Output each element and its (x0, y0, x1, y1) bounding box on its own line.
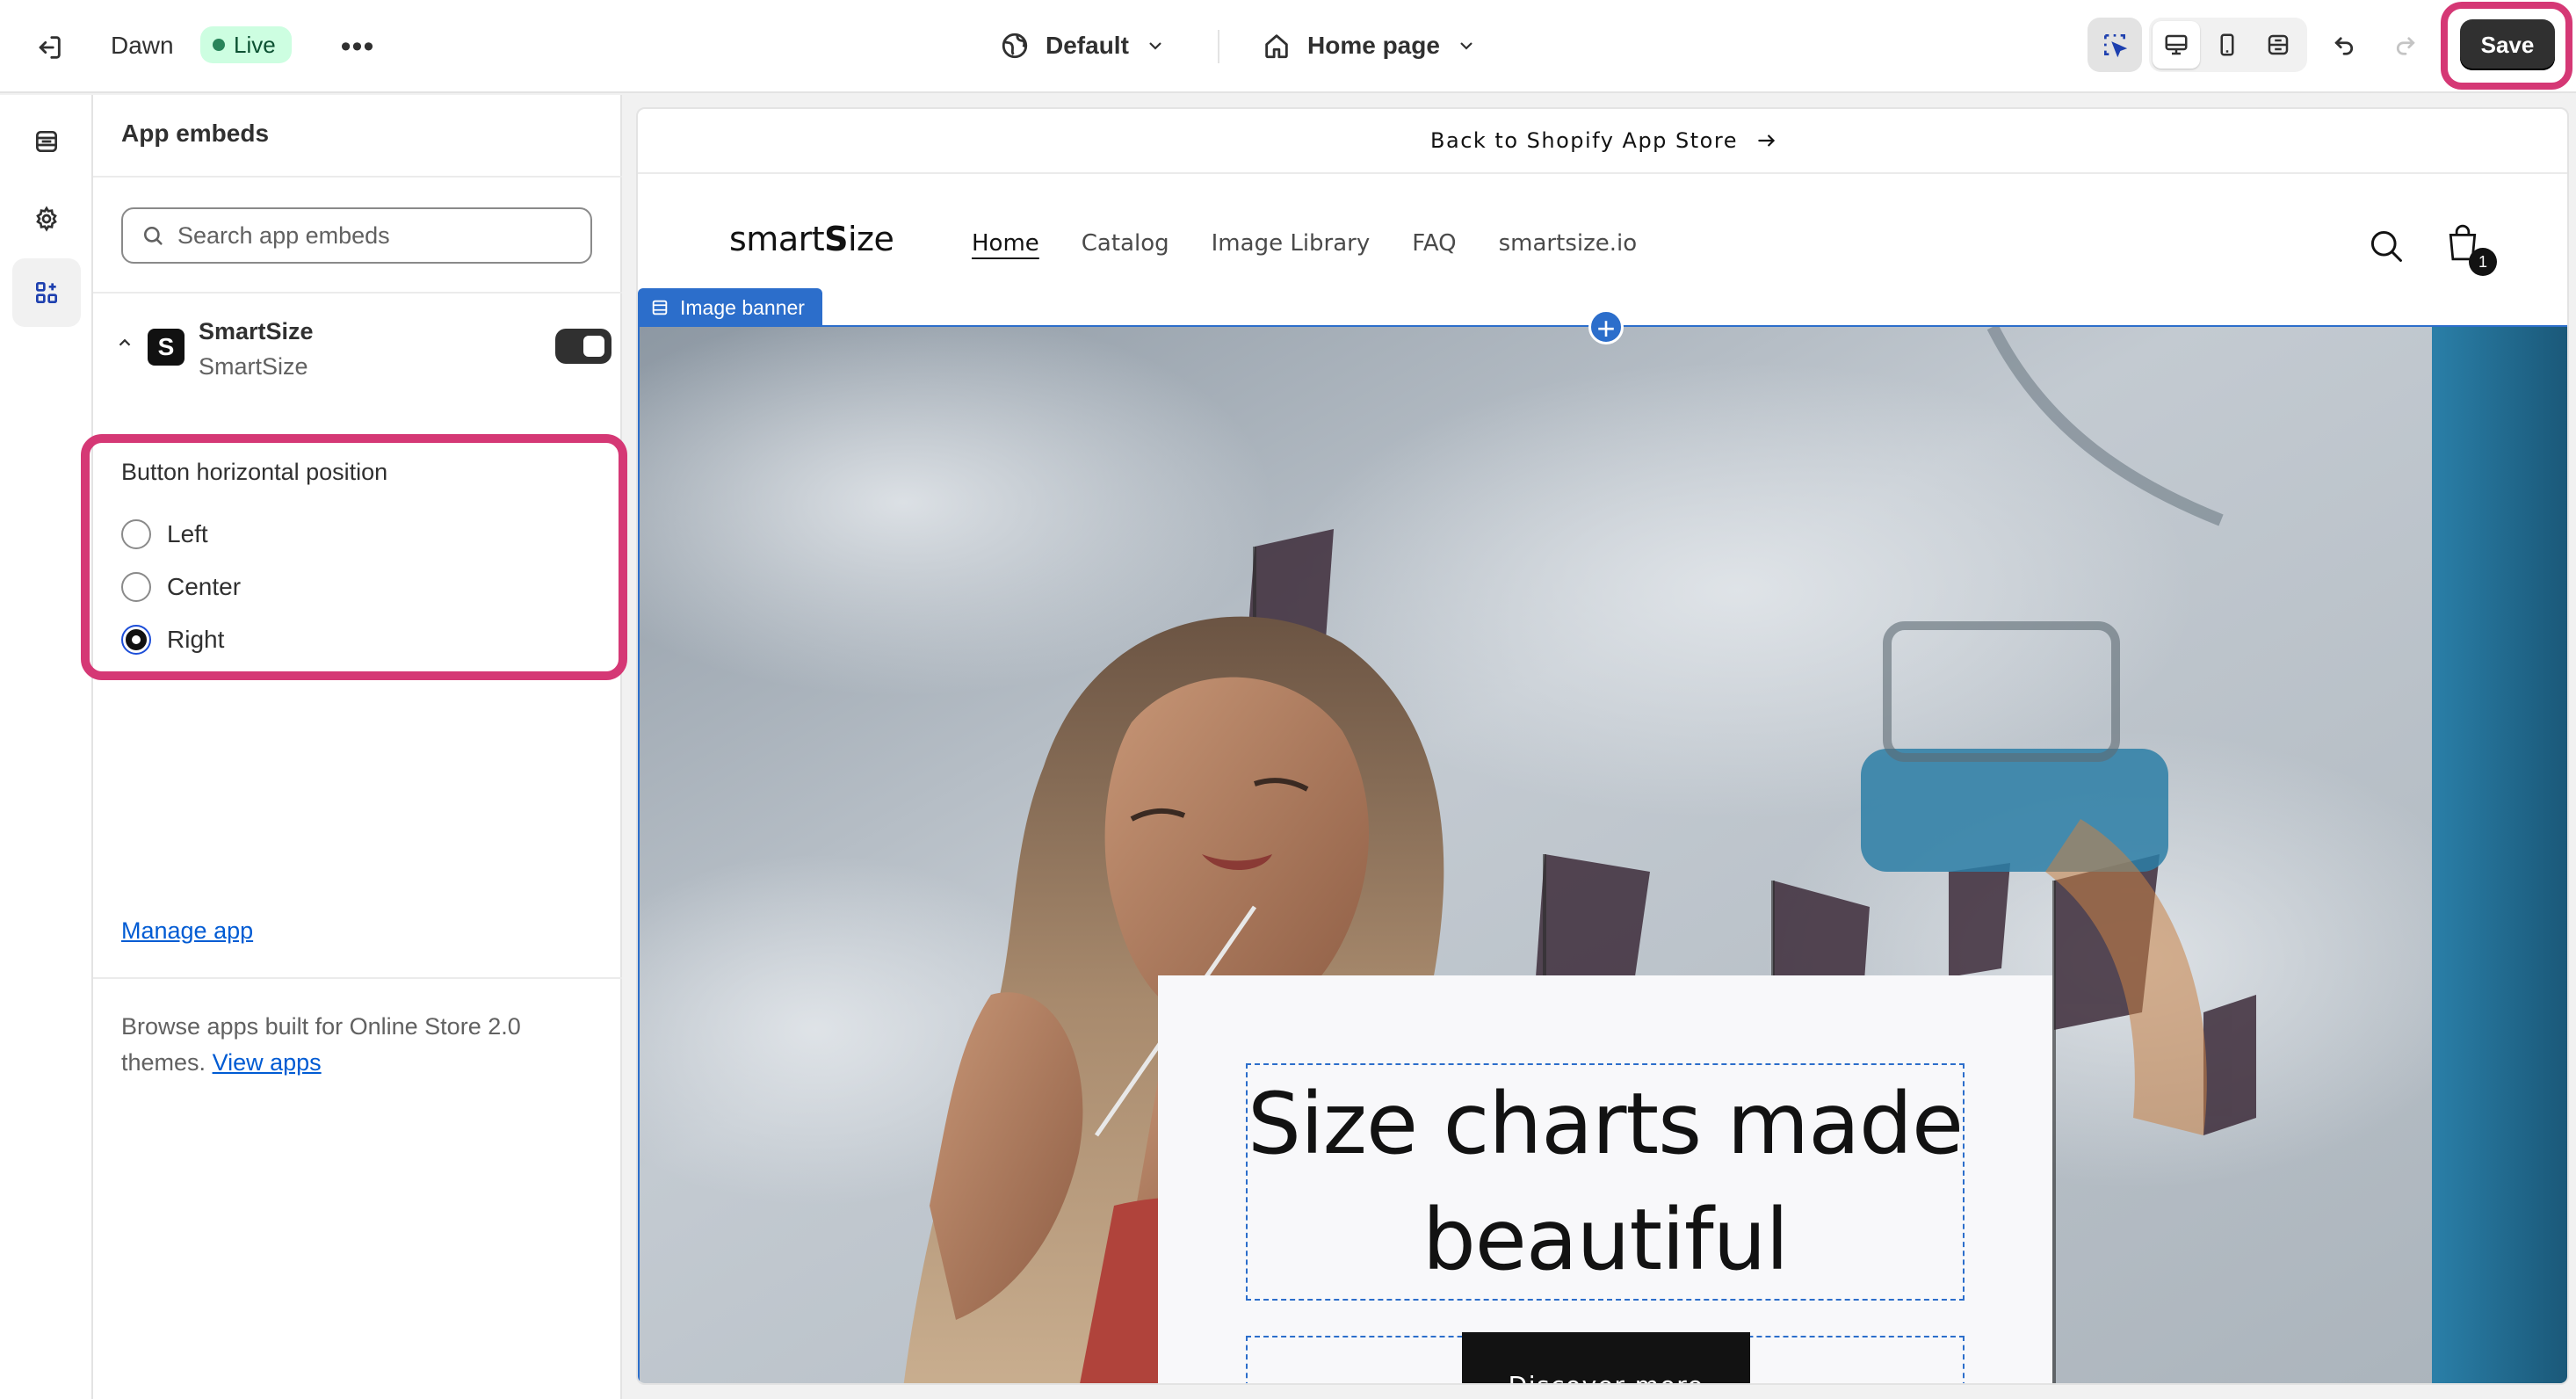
exit-button[interactable] (26, 25, 72, 70)
sections-icon (36, 131, 57, 152)
fullscreen-icon (2268, 34, 2289, 55)
manage-app-link[interactable]: Manage app (121, 917, 253, 945)
browse-apps-text: Browse apps built for Online Store 2.0 t… (121, 1009, 596, 1081)
setting-highlight-frame (81, 434, 627, 680)
desktop-view-button[interactable] (2153, 21, 2200, 69)
announcement-text: Back to Shopify App Store (1430, 128, 1738, 153)
chevron-up-icon (119, 338, 131, 346)
app-embed-toggle[interactable] (555, 329, 611, 364)
section-tag-image-banner[interactable]: Image banner (638, 288, 822, 327)
search-app-embeds-input[interactable] (177, 221, 564, 250)
banner-content-card: Size charts made beautiful Discover more (1158, 975, 2052, 1383)
store-nav: Home Catalog Image Library FAQ smartsize… (972, 230, 1637, 257)
search-icon (2370, 230, 2402, 262)
app-name: SmartSize (199, 318, 314, 344)
theme-preset-selector[interactable]: Default (1000, 21, 1166, 70)
save-button[interactable]: Save (2460, 19, 2555, 70)
more-actions-button[interactable]: ••• (334, 23, 381, 70)
panel-divider (93, 292, 622, 294)
store-search-button[interactable] (2367, 227, 2406, 270)
banner-heading: Size charts made beautiful (1248, 1075, 1964, 1289)
page-selector[interactable]: Home page (1262, 21, 1477, 70)
section-tag-label: Image banner (680, 295, 805, 319)
sections-icon (652, 300, 668, 315)
topbar-divider (1218, 30, 1219, 63)
storefront-preview: Back to Shopify App Store smartSize Home… (636, 107, 2569, 1385)
undo-icon (2334, 37, 2354, 55)
image-banner-section[interactable]: Size charts made beautiful Discover more (638, 325, 2567, 1383)
live-label: Live (234, 31, 276, 58)
store-logo[interactable]: smartSize (729, 220, 894, 258)
app-embeds-nav-button[interactable] (12, 258, 81, 327)
theme-preset-label: Default (1046, 32, 1129, 59)
cart-count-badge: 1 (2469, 248, 2497, 276)
nav-item-smartsize-io[interactable]: smartsize.io (1499, 230, 1638, 257)
live-status-badge: Live (200, 26, 292, 63)
nav-item-image-library[interactable]: Image Library (1212, 230, 1371, 257)
app-subtitle: SmartSize (199, 353, 308, 380)
search-app-embeds-field[interactable] (121, 207, 592, 264)
inspector-toggle-button[interactable] (2088, 18, 2142, 72)
exit-icon (39, 36, 61, 59)
fullscreen-view-button[interactable] (2254, 21, 2302, 69)
banner-button-block[interactable]: Discover more (1246, 1332, 1965, 1383)
add-section-button[interactable]: + (1588, 309, 1624, 345)
sections-nav-button[interactable] (12, 107, 81, 176)
mobile-icon (2220, 33, 2234, 56)
theme-name: Dawn (111, 32, 174, 59)
chevron-down-icon (1149, 42, 1161, 50)
editor-left-rail (0, 95, 93, 1399)
announcement-bar[interactable]: Back to Shopify App Store (638, 109, 2567, 174)
store-cart-button[interactable]: 1 (2444, 221, 2497, 276)
toggle-knob (583, 336, 604, 357)
inspector-icon (2104, 34, 2128, 58)
store-header: smartSize Home Catalog Image Library FAQ… (638, 176, 2567, 325)
viewport-switcher (2149, 18, 2307, 72)
mobile-view-button[interactable] (2203, 21, 2251, 69)
collapse-app-button[interactable] (112, 330, 137, 355)
arrow-right-icon (1758, 134, 1776, 147)
app-embed-smartsize: S SmartSize SmartSize (112, 316, 611, 390)
nav-item-catalog[interactable]: Catalog (1082, 230, 1169, 257)
app-embeds-panel: App embeds S SmartSize SmartSize Button … (93, 95, 622, 1399)
globe-icon (1002, 33, 1028, 59)
live-dot-icon (213, 39, 225, 51)
page-selector-label: Home page (1307, 32, 1440, 59)
smartsize-app-logo: S (148, 329, 185, 366)
logo-mark: S (824, 220, 848, 258)
nav-item-home[interactable]: Home (972, 230, 1039, 257)
undo-button[interactable] (2319, 19, 2369, 69)
editor-topbar: Dawn Live ••• Default Home page Save (0, 0, 2576, 93)
nav-item-faq[interactable]: FAQ (1412, 230, 1456, 257)
chevron-down-icon (1460, 42, 1473, 50)
settings-gear-icon (36, 206, 57, 232)
redo-button[interactable] (2381, 19, 2430, 69)
banner-heading-block[interactable]: Size charts made beautiful (1246, 1063, 1965, 1301)
discover-more-button[interactable]: Discover more (1462, 1332, 1750, 1383)
theme-settings-nav-button[interactable] (12, 185, 81, 253)
home-icon (1265, 34, 1288, 59)
view-apps-link[interactable]: View apps (213, 1049, 322, 1076)
app-embeds-icon (35, 282, 57, 303)
desktop-icon (2165, 34, 2188, 55)
search-icon (143, 226, 163, 245)
logo-suffix: ize (848, 220, 894, 258)
panel-title: App embeds (121, 120, 270, 147)
logo-prefix: smart (729, 220, 825, 258)
panel-divider (93, 176, 622, 178)
panel-divider (93, 977, 622, 979)
redo-icon (2396, 37, 2415, 55)
